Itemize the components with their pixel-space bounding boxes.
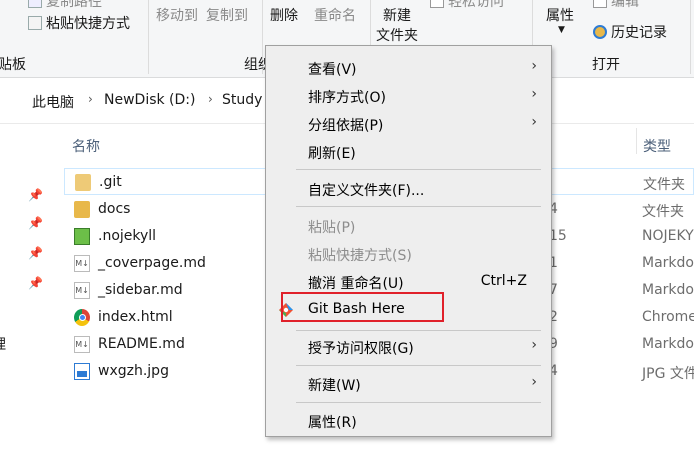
chevron-right-icon: › [531, 374, 537, 390]
clipboard-group-label: 贴板 [0, 57, 26, 73]
pin-icon: 📌 [28, 246, 43, 260]
column-header-type[interactable]: 类型 [643, 136, 671, 156]
copy-path-icon [28, 0, 42, 8]
easy-access-button[interactable]: 轻松访问 [430, 0, 504, 11]
markdown-icon: M↓ [74, 336, 90, 353]
open-group-label: 打开 [592, 57, 620, 73]
menu-item-refresh[interactable]: 刷新(E) [266, 138, 551, 165]
chevron-right-icon: › [531, 86, 537, 102]
menu-item-sort[interactable]: 排序方式(O) › [266, 82, 551, 109]
markdown-icon: M↓ [74, 282, 90, 299]
menu-item-give-access[interactable]: 授予访问权限(G) › [266, 333, 551, 360]
menu-item-paste[interactable]: 粘贴(P) [266, 212, 551, 239]
menu-separator [296, 169, 541, 170]
highlight-box [281, 292, 444, 322]
chevron-right-icon: › [531, 58, 537, 74]
history-icon [593, 25, 607, 39]
chevron-right-icon: › [531, 337, 537, 353]
menu-item-new[interactable]: 新建(W) › [266, 370, 551, 397]
new-folder-button[interactable]: 新建 文件夹 [376, 5, 418, 45]
delete-button[interactable]: 删除 [270, 5, 298, 25]
pin-icon: 📌 [28, 216, 43, 230]
menu-separator [296, 365, 541, 366]
chevron-down-icon: ▼ [558, 25, 565, 35]
history-button[interactable]: 历史记录 [593, 22, 667, 42]
chevron-right-icon: › [0, 92, 1, 106]
navigation-pane: 📌 📌 📌 📌 理 [0, 124, 55, 475]
edit-button[interactable]: 编辑 [593, 0, 639, 11]
paste-shortcut-icon [28, 16, 42, 30]
column-header-name[interactable]: 名称 [72, 136, 100, 156]
ribbon-divider [148, 0, 149, 74]
move-to-button[interactable]: 移动到 [156, 5, 198, 25]
menu-item-properties[interactable]: 属性(R) [266, 407, 551, 434]
column-divider[interactable] [636, 128, 637, 154]
rename-button[interactable]: 重命名 [314, 5, 356, 25]
folder-icon [74, 201, 90, 218]
breadcrumb-drive[interactable]: NewDisk (D:) [104, 92, 195, 108]
chevron-right-icon: › [208, 92, 213, 106]
markdown-icon: M↓ [74, 255, 90, 272]
breadcrumb-folder[interactable]: Study [222, 92, 262, 108]
notepad-icon [74, 228, 90, 245]
folder-icon [75, 174, 91, 191]
chevron-right-icon: › [88, 92, 93, 106]
ribbon-divider [690, 0, 691, 74]
copy-to-button[interactable]: 复制到 [206, 5, 248, 25]
menu-item-undo-rename[interactable]: 撤消 重命名(U) Ctrl+Z [266, 268, 551, 295]
properties-button[interactable]: 属性 ▼ [546, 5, 574, 35]
context-menu: 查看(V) › 排序方式(O) › 分组依据(P) › 刷新(E) 自定义文件夹… [265, 45, 552, 437]
menu-item-customize[interactable]: 自定义文件夹(F)... [266, 175, 551, 202]
copy-path-button[interactable]: 复制路径 [28, 0, 102, 11]
menu-separator [296, 402, 541, 403]
breadcrumb-this-pc[interactable]: 此电脑 [32, 92, 74, 112]
menu-item-group[interactable]: 分组依据(P) › [266, 110, 551, 137]
easy-access-icon [430, 0, 444, 8]
menu-item-view[interactable]: 查看(V) › [266, 54, 551, 81]
chrome-icon [74, 309, 90, 326]
nav-item-fragment[interactable]: 理 [0, 334, 6, 354]
chevron-right-icon: › [531, 114, 537, 130]
menu-item-paste-shortcut[interactable]: 粘贴快捷方式(S) [266, 240, 551, 267]
pin-icon: 📌 [28, 188, 43, 202]
menu-separator [296, 330, 541, 331]
menu-separator [296, 206, 541, 207]
image-icon [74, 363, 90, 380]
pin-icon: 📌 [28, 276, 43, 290]
edit-icon [593, 0, 607, 8]
paste-shortcut-button[interactable]: 粘贴快捷方式 [28, 13, 130, 33]
